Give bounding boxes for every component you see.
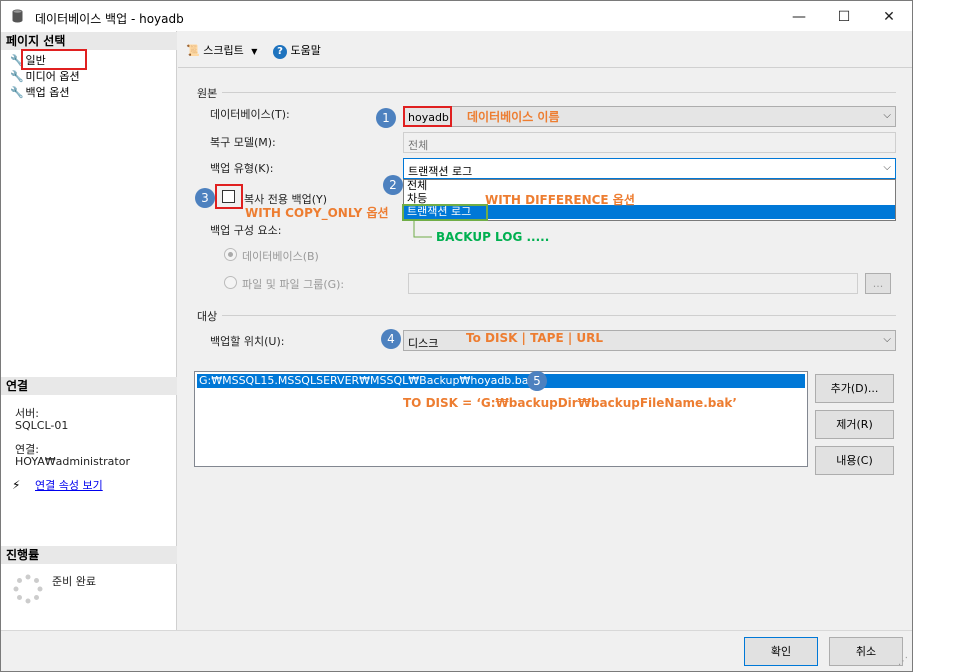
backup-to-value: 디스크 (408, 337, 439, 350)
radio-database[interactable] (224, 248, 237, 261)
remove-button[interactable]: 제거(R) (815, 410, 894, 439)
minimize-button[interactable]: — (776, 2, 822, 32)
wrench-icon: 🔧 (10, 86, 24, 99)
annotation-db-name: 데이터베이스 이름 (467, 110, 560, 124)
backup-path-list[interactable]: G:₩MSSQL15.MSSQLSERVER₩MSSQL₩Backup₩hoya… (194, 371, 808, 467)
recovery-model-value: 전체 (408, 139, 429, 152)
progress-status: 준비 완료 (52, 575, 96, 588)
annotation-to-disk-options: To DISK | TAPE | URL (466, 331, 604, 345)
highlight-copy-only (215, 184, 243, 209)
recovery-model-field: 전체 (403, 132, 896, 153)
script-icon: 📜 (186, 44, 200, 57)
chevron-down-icon: ▼ (251, 47, 258, 56)
sidebar-item-label: 미디어 옵션 (25, 70, 80, 83)
connection-header: 연결 (1, 377, 177, 395)
recovery-model-label: 복구 모델(M): (210, 136, 276, 149)
backup-type-value: 트랜잭션 로그 (408, 165, 473, 178)
script-button[interactable]: 📜 스크립트 ▼ (186, 42, 257, 58)
filegroup-field (408, 273, 858, 294)
chevron-down-icon: ⌵ (883, 334, 891, 345)
radio-files[interactable] (224, 276, 237, 289)
sidebar (1, 31, 177, 661)
list-item[interactable]: G:₩MSSQL15.MSSQLSERVER₩MSSQL₩Backup₩hoya… (197, 374, 805, 388)
sidebar-item-backup-options[interactable]: 🔧 백업 옵션 (10, 84, 69, 100)
annotation-with-copy-only: WITH COPY_ONLY 옵션 (245, 206, 389, 220)
ok-button[interactable]: 확인 (744, 637, 818, 666)
option-full[interactable]: 전체 (404, 180, 895, 192)
contents-button[interactable]: 내용(C) (815, 446, 894, 475)
progress-header: 진행률 (1, 546, 177, 564)
source-divider (222, 92, 896, 93)
view-connection-properties-link[interactable]: 연결 속성 보기 (35, 477, 103, 493)
annotation-3: 3 (195, 188, 215, 208)
annotation-to-disk-syntax: TO DISK = ‘G:₩backupDir₩backupFileName.b… (403, 396, 737, 410)
destination-divider (222, 315, 896, 316)
backup-component-label: 백업 구성 요소: (210, 224, 282, 237)
annotation-2: 2 (383, 175, 403, 195)
chevron-down-icon: ⌵ (883, 162, 891, 173)
server-value: SQLCL-01 (15, 419, 69, 432)
radio-files-label: 파일 및 파일 그룹(G): (242, 278, 345, 291)
script-label: 스크립트 (203, 44, 244, 57)
connection-value: HOYA₩administrator (15, 455, 130, 468)
backup-to-label: 백업할 위치(U): (210, 335, 285, 348)
annotation-1: 1 (376, 108, 396, 128)
source-group-label: 원본 (197, 87, 218, 100)
progress-spinner-icon (13, 574, 43, 604)
help-icon: ? (273, 45, 287, 59)
connection-properties-icon: ⚡ (12, 478, 21, 492)
window-title: 데이터베이스 백업 - hoyadb (35, 12, 184, 26)
database-icon (12, 9, 23, 23)
highlight-transaction-log (402, 204, 488, 221)
help-label: 도움말 (290, 44, 321, 57)
annotation-with-difference: WITH DIFFERENCE 옵션 (485, 193, 635, 207)
sidebar-item-label: 백업 옵션 (25, 86, 70, 99)
cancel-button[interactable]: 취소 (829, 637, 903, 666)
highlight-general (21, 49, 87, 70)
close-button[interactable]: ✕ (866, 2, 912, 32)
backup-type-label: 백업 유형(K): (210, 162, 274, 175)
title-bar: 데이터베이스 백업 - hoyadb — ☐ ✕ (1, 1, 912, 31)
radio-database-label: 데이터베이스(B) (242, 250, 319, 263)
destination-group-label: 대상 (197, 310, 218, 323)
highlight-database (403, 106, 452, 127)
maximize-button[interactable]: ☐ (821, 2, 867, 32)
add-button[interactable]: 추가(D)... (815, 374, 894, 403)
annotation-connector (413, 221, 432, 238)
wrench-icon: 🔧 (10, 70, 24, 83)
annotation-backup-log: BACKUP LOG ..... (436, 230, 550, 244)
annotation-4: 4 (381, 329, 401, 349)
sidebar-item-media-options[interactable]: 🔧 미디어 옵션 (10, 68, 80, 84)
backup-type-combo[interactable]: 트랜잭션 로그 ⌵ (403, 158, 896, 179)
browse-button[interactable]: ... (865, 273, 891, 294)
chevron-down-icon: ⌵ (883, 110, 891, 121)
annotation-5: 5 (527, 371, 547, 391)
help-button[interactable]: ? 도움말 (273, 42, 321, 59)
page-select-header: 페이지 선택 (1, 32, 177, 50)
resize-grip-icon[interactable]: ⋰ (898, 656, 908, 667)
database-label: 데이터베이스(T): (210, 108, 290, 121)
